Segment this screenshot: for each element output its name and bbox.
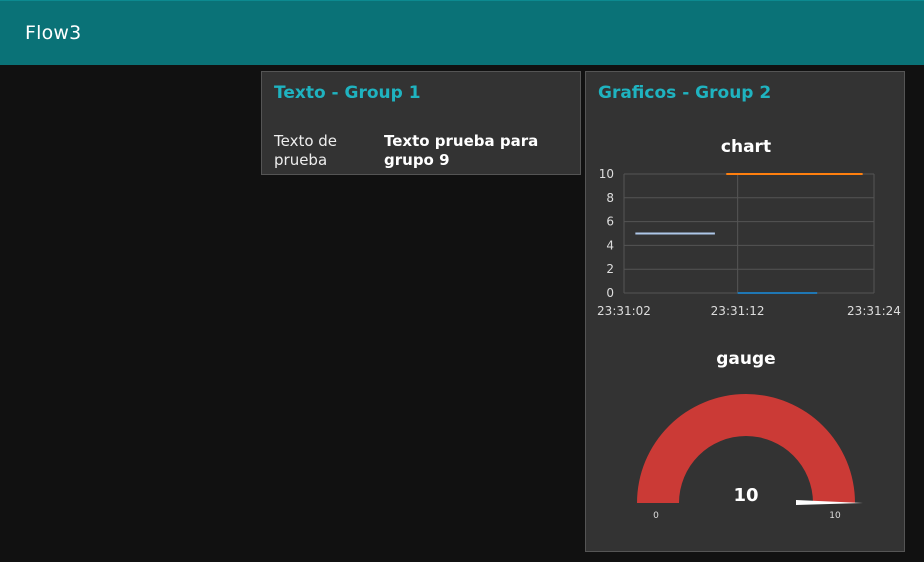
chart-x-ticks: 23:31:02 23:31:12 23:31:24 bbox=[597, 304, 901, 318]
gauge-max-label: 10 bbox=[829, 511, 841, 521]
gauge-min-label: 0 bbox=[653, 511, 659, 521]
chart-y-tick-label: 4 bbox=[606, 238, 614, 252]
group-title: Texto - Group 1 bbox=[274, 83, 421, 103]
chart-series bbox=[635, 173, 863, 294]
chart-title: chart bbox=[720, 137, 772, 157]
toolbar: Flow3 bbox=[0, 0, 924, 65]
chart-y-tick-label: 10 bbox=[599, 167, 614, 181]
chart-x-tick-label: 23:31:02 bbox=[597, 304, 651, 318]
chart-y-tick-label: 0 bbox=[606, 286, 614, 300]
chart-y-ticks: 0 2 4 6 8 10 bbox=[599, 167, 614, 300]
text-widget-label: Texto de prueba bbox=[274, 132, 338, 169]
chart-x-tick-label: 23:31:24 bbox=[847, 304, 901, 318]
chart-y-tick-label: 8 bbox=[606, 191, 614, 205]
chart-y-tick-label: 2 bbox=[606, 262, 614, 276]
group-texto: Texto - Group 1 Texto de prueba Texto pr… bbox=[261, 71, 581, 175]
text-widget-value: Texto prueba para grupo 9 bbox=[384, 132, 539, 169]
gauge-title: gauge bbox=[716, 349, 776, 369]
chart-x-tick-label: 23:31:12 bbox=[711, 304, 765, 318]
group-title: Graficos - Group 2 bbox=[598, 83, 772, 103]
chart-y-tick-label: 6 bbox=[606, 215, 614, 229]
line-chart: 0 2 4 6 8 10 23:31:02 23:31:12 23:31:24 bbox=[597, 167, 901, 318]
gauge-value: 10 bbox=[733, 485, 758, 506]
group-graficos: Graficos - Group 2 chart 0 2 4 6 8 10 23:31:0… bbox=[585, 71, 905, 552]
gauge: 10 0 10 bbox=[637, 394, 863, 521]
toolbar-title: Flow3 bbox=[25, 22, 82, 44]
